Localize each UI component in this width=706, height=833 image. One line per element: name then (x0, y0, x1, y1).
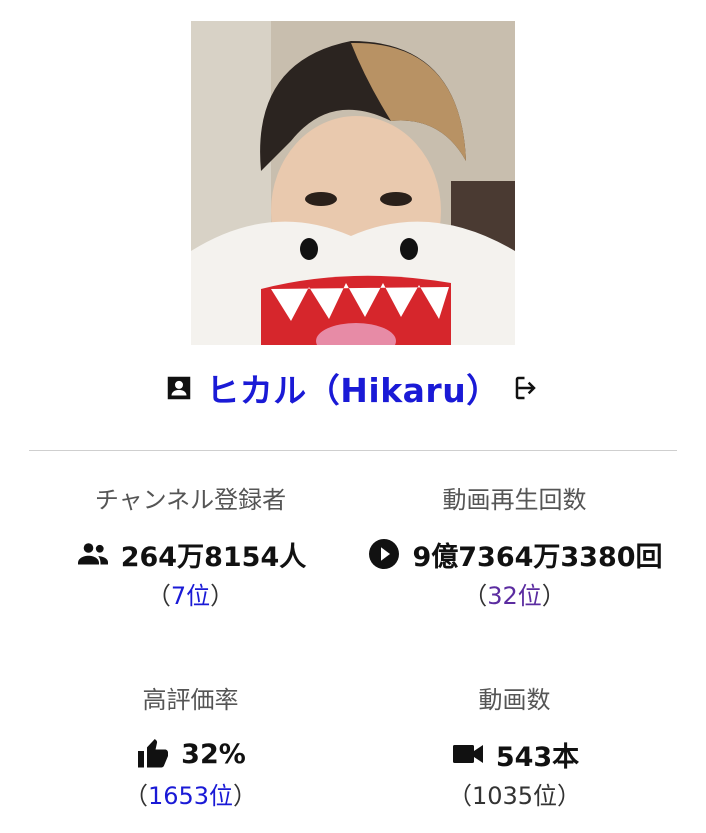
rank-open-paren: （ (146, 582, 171, 610)
videos-stat: 動画数 543本 （1035位） (338, 684, 691, 812)
video-camera-icon (450, 736, 486, 772)
videos-rank: （1035位） (447, 782, 582, 810)
sign-in-icon[interactable] (512, 373, 542, 403)
videos-value: 543本 (495, 741, 580, 773)
rank-open-paren: （ (463, 582, 488, 610)
views-value-row: 9億7364万3380回 (338, 534, 691, 574)
subscribers-value: 264万8154人 (120, 541, 307, 573)
views-rank-link[interactable]: 32位 (487, 582, 542, 610)
subscribers-label: チャンネル登録者 (94, 486, 287, 514)
rating-rank-link[interactable]: 1653位 (148, 782, 233, 810)
subscribers-value-row: 264万8154人 (14, 534, 367, 574)
channel-header: ヒカル（Hikaru） (0, 366, 706, 410)
thumbs-up-icon (135, 736, 171, 772)
rank-open-paren: （ (123, 782, 148, 810)
people-icon (75, 536, 111, 572)
channel-name-link[interactable]: ヒカル（Hikaru） (206, 364, 499, 412)
videos-label: 動画数 (478, 686, 551, 714)
contact-card-icon (164, 373, 194, 403)
subscribers-rank: （7位） (14, 580, 367, 612)
avatar-image (191, 21, 515, 345)
rating-label: 高評価率 (142, 686, 239, 714)
rank-close-paren: ） (233, 782, 258, 810)
views-label: 動画再生回数 (442, 486, 587, 514)
rank-close-paren: ） (210, 582, 235, 610)
rank-close-paren: ） (541, 582, 566, 610)
play-circle-icon (366, 536, 402, 572)
videos-value-row: 543本 (338, 734, 691, 774)
channel-avatar (191, 21, 515, 345)
views-rank: （32位） (338, 580, 691, 612)
subscribers-rank-link[interactable]: 7位 (171, 582, 210, 610)
rating-rank: （1653位） (14, 780, 367, 812)
subscribers-stat: チャンネル登録者 264万8154人 （7位） (14, 484, 367, 612)
section-divider (29, 450, 677, 451)
rating-stat: 高評価率 32% （1653位） (14, 684, 367, 812)
views-stat: 動画再生回数 9億7364万3380回 （32位） (338, 484, 691, 612)
rating-value-row: 32% (14, 734, 367, 774)
rating-value: 32% (181, 738, 246, 770)
views-value: 9億7364万3380回 (412, 541, 663, 573)
